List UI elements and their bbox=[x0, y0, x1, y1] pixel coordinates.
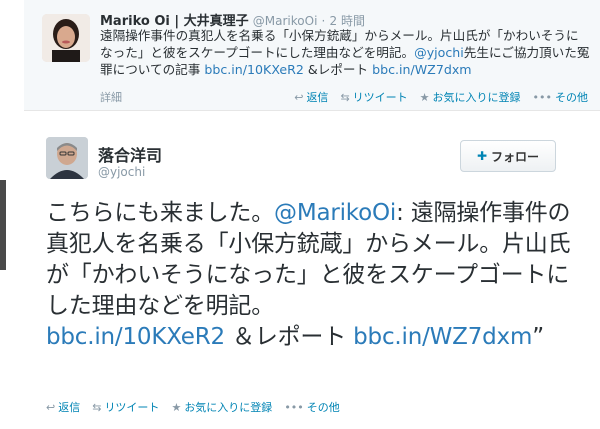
in-reply-to-tweet[interactable]: Mariko Oi | 大井真理子 @MarikoOi · 2 時間 遠隔操作事… bbox=[24, 0, 600, 111]
dots-icon: ••• bbox=[284, 400, 304, 414]
person-add-icon: ✚ bbox=[476, 149, 488, 163]
mention-link[interactable]: @MarikoOi bbox=[274, 200, 396, 226]
favorite-button[interactable]: ★ お気に入りに登録 bbox=[420, 89, 521, 105]
details-link[interactable]: 詳細 bbox=[100, 89, 122, 105]
twitter-page: Mariko Oi | 大井真理子 @MarikoOi · 2 時間 遠隔操作事… bbox=[0, 0, 600, 429]
follow-button[interactable]: ✚ フォロー bbox=[460, 140, 556, 172]
avatar-image bbox=[42, 14, 90, 62]
more-label: その他 bbox=[555, 91, 588, 104]
text-segment: &レポート bbox=[303, 62, 373, 77]
left-edge-strip bbox=[0, 180, 6, 270]
text-segment: こちらにも来ました。 bbox=[46, 200, 275, 226]
more-button[interactable]: ••• その他 bbox=[533, 89, 588, 105]
retweet-button[interactable]: ⇆ リツイート bbox=[92, 399, 159, 415]
favorite-label: お気に入りに登録 bbox=[432, 91, 521, 104]
favorite-button[interactable]: ★ お気に入りに登録 bbox=[171, 399, 272, 415]
more-button[interactable]: ••• その他 bbox=[284, 399, 339, 415]
retweet-label: リツイート bbox=[352, 91, 408, 104]
separator: · bbox=[321, 14, 326, 28]
url-link[interactable]: bbc.in/10KXeR2 bbox=[46, 324, 225, 350]
url-link[interactable]: bbc.in/10KXeR2 bbox=[204, 62, 304, 77]
reply-button[interactable]: ↩ 返信 bbox=[46, 399, 80, 415]
tweet-actions: ↩ 返信 ⇆ リツイート ★ お気に入りに登録 ••• その他 bbox=[282, 89, 588, 105]
user-handle[interactable]: @yjochi bbox=[98, 165, 145, 179]
retweet-button[interactable]: ⇆ リツイート bbox=[340, 89, 407, 105]
star-icon: ★ bbox=[419, 90, 430, 104]
text-segment: ” bbox=[532, 324, 544, 350]
text-segment: ＆レポート bbox=[224, 324, 354, 350]
star-icon: ★ bbox=[171, 400, 182, 414]
reply-label: 返信 bbox=[306, 91, 329, 104]
more-label: その他 bbox=[306, 401, 340, 414]
reply-arrow-icon: ↩ bbox=[294, 90, 304, 104]
reply-label: 返信 bbox=[58, 401, 81, 414]
avatar[interactable] bbox=[46, 137, 88, 179]
mention-link[interactable]: @yjochi bbox=[414, 45, 464, 60]
reply-button[interactable]: ↩ 返信 bbox=[294, 89, 328, 105]
url-link[interactable]: bbc.in/WZ7dxm bbox=[372, 62, 471, 77]
tweet-actions: ↩ 返信 ⇆ リツイート ★ お気に入りに登録 ••• その他 bbox=[46, 399, 340, 415]
avatar-image bbox=[46, 137, 88, 179]
dots-icon: ••• bbox=[532, 90, 552, 104]
retweet-label: リツイート bbox=[104, 401, 160, 414]
follow-label: フォロー bbox=[491, 149, 540, 164]
url-link[interactable]: bbc.in/WZ7dxm bbox=[353, 324, 532, 350]
tweet-text: 遠隔操作事件の真犯人を名乗る「小保方銃蔵」からメール。片山氏が「かわいそうになっ… bbox=[100, 27, 590, 78]
favorite-label: お気に入りに登録 bbox=[184, 401, 273, 414]
user-name[interactable]: 落合洋司 bbox=[98, 142, 162, 166]
tweet-text: こちらにも来ました。@MarikoOi: 遠隔操作事件の真犯人を名乗る「小保方銃… bbox=[46, 198, 576, 353]
reply-arrow-icon: ↩ bbox=[46, 400, 56, 414]
retweet-icon: ⇆ bbox=[92, 400, 102, 414]
user-handle[interactable]: @MarikoOi bbox=[253, 14, 318, 28]
avatar[interactable] bbox=[42, 14, 90, 62]
timestamp[interactable]: 2 時間 bbox=[330, 14, 365, 28]
retweet-icon: ⇆ bbox=[340, 90, 350, 104]
